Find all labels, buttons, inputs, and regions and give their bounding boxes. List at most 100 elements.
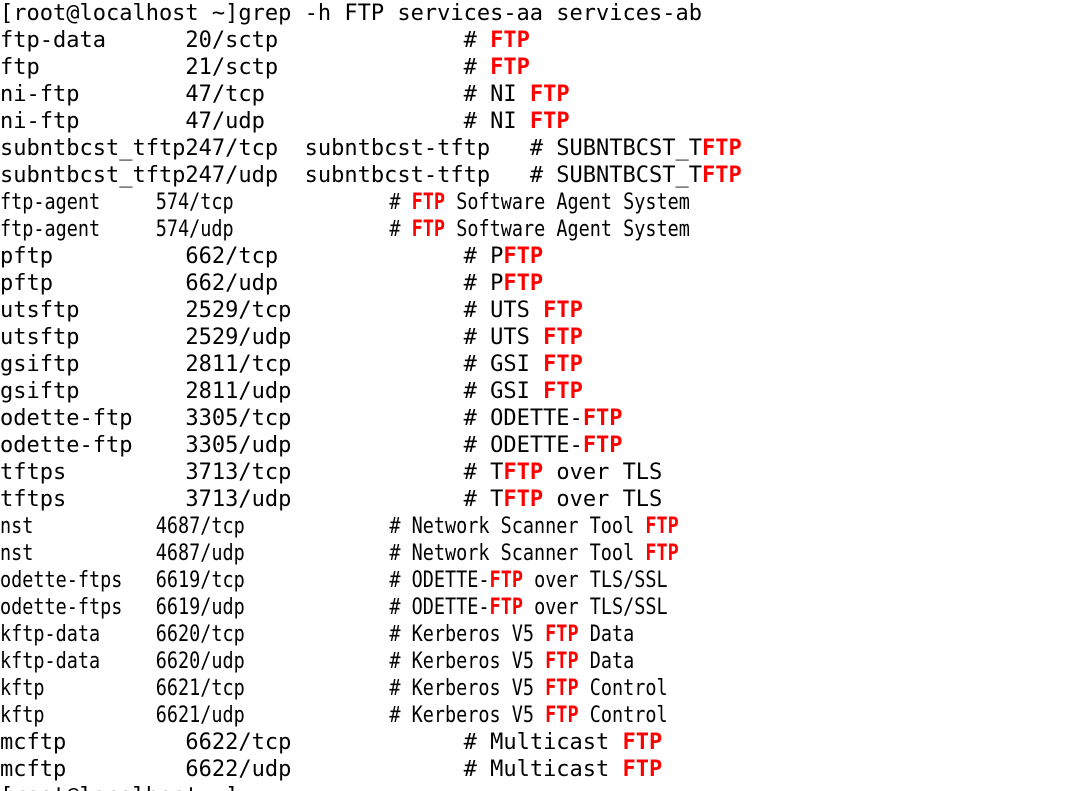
row-prefix: odette-ftps 6619/tcp — [0, 568, 390, 593]
row-comment: # Multicast — [463, 757, 623, 782]
grep-match: FTP — [503, 460, 544, 485]
result-row: odette-ftp 3305/tcp # ODETTE-FTP — [0, 405, 1085, 432]
grep-match: FTP — [622, 730, 663, 755]
result-row: utsftp 2529/tcp # UTS FTP — [0, 297, 1085, 324]
row-comment: # UTS — [463, 298, 544, 323]
result-row: nst 4687/tcp # Network Scanner Tool FTP — [0, 513, 1085, 540]
row-prefix: mcftp 6622/tcp — [0, 730, 464, 755]
row-comment: # — [389, 190, 412, 215]
row-prefix: ftp-agent 574/udp — [0, 217, 390, 242]
row-prefix: ftp-agent 574/tcp — [0, 190, 390, 215]
row-prefix: nst 4687/tcp — [0, 514, 390, 539]
row-prefix: ni-ftp 47/udp — [0, 109, 464, 134]
grep-match: FTP — [545, 676, 579, 701]
grep-match: FTP — [529, 82, 570, 107]
trailing-prompt-text: [root@localhost ~] — [0, 784, 238, 791]
row-comment: # Network Scanner Tool — [389, 514, 646, 539]
row-prefix: kftp-data 6620/tcp — [0, 622, 390, 647]
grep-match: FTP — [543, 379, 583, 404]
row-comment: over TLS — [543, 487, 663, 512]
grep-match: FTP — [545, 622, 579, 647]
grep-match: FTP — [543, 325, 583, 350]
row-prefix: tftps 3713/udp — [0, 487, 464, 512]
row-comment: Software Agent System — [445, 217, 690, 242]
grep-match: FTP — [645, 541, 679, 566]
result-row: subntbcst_tftp247/tcp subntbcst-tftp # S… — [0, 135, 1085, 162]
row-comment: Data — [578, 649, 635, 674]
row-comment: # SUBNTBCST_T — [529, 163, 702, 188]
row-prefix: odette-ftp 3305/udp — [0, 433, 464, 458]
row-comment: Software Agent System — [445, 190, 690, 215]
result-row: odette-ftps 6619/udp # ODETTE-FTP over T… — [0, 594, 1085, 621]
row-prefix: ftp-data 20/sctp — [0, 28, 464, 53]
row-comment: # GSI — [463, 379, 544, 404]
row-comment: # Network Scanner Tool — [389, 541, 646, 566]
row-prefix: ftp 21/sctp — [0, 55, 464, 80]
result-row: nst 4687/udp # Network Scanner Tool FTP — [0, 540, 1085, 567]
row-comment: over TLS/SSL — [522, 568, 668, 593]
row-comment: Data — [578, 622, 635, 647]
row-comment: # — [463, 55, 491, 80]
row-comment: # NI — [463, 109, 530, 134]
row-comment: Control — [578, 703, 668, 728]
grep-match: FTP — [503, 244, 544, 269]
row-prefix: odette-ftp 3305/tcp — [0, 406, 464, 431]
result-row: pftp 662/udp # PFTP — [0, 270, 1085, 297]
grep-match: FTP — [543, 352, 583, 377]
row-comment: # Multicast — [463, 730, 623, 755]
row-comment: # — [463, 28, 491, 53]
result-row: ni-ftp 47/tcp # NI FTP — [0, 81, 1085, 108]
result-row: odette-ftps 6619/tcp # ODETTE-FTP over T… — [0, 567, 1085, 594]
grep-match: FTP — [645, 514, 679, 539]
grep-match: FTP — [490, 55, 530, 80]
result-row: kftp-data 6620/udp # Kerberos V5 FTP Dat… — [0, 648, 1085, 675]
row-comment: # Kerberos V5 — [389, 676, 546, 701]
row-prefix: pftp 662/tcp — [0, 244, 464, 269]
result-row: mcftp 6622/udp # Multicast FTP — [0, 756, 1085, 783]
result-row: tftps 3713/tcp # TFTP over TLS — [0, 459, 1085, 486]
row-prefix: kftp-data 6620/udp — [0, 649, 390, 674]
result-row: mcftp 6622/tcp # Multicast FTP — [0, 729, 1085, 756]
result-row: gsiftp 2811/udp # GSI FTP — [0, 378, 1085, 405]
result-row: ftp 21/sctp # FTP — [0, 54, 1085, 81]
row-prefix: gsiftp 2811/udp — [0, 379, 464, 404]
row-comment: # Kerberos V5 — [389, 649, 546, 674]
result-row: gsiftp 2811/tcp # GSI FTP — [0, 351, 1085, 378]
result-row: kftp-data 6620/tcp # Kerberos V5 FTP Dat… — [0, 621, 1085, 648]
row-comment: Control — [578, 676, 668, 701]
row-comment: # T — [463, 487, 504, 512]
grep-match: FTP — [411, 217, 446, 242]
row-comment: # UTS — [463, 325, 544, 350]
result-row: ni-ftp 47/udp # NI FTP — [0, 108, 1085, 135]
row-comment: # ODETTE- — [463, 406, 583, 431]
result-row: utsftp 2529/udp # UTS FTP — [0, 324, 1085, 351]
grep-match: FTP — [529, 109, 570, 134]
grep-match: FTP — [582, 406, 623, 431]
result-row: kftp 6621/udp # Kerberos V5 FTP Control — [0, 702, 1085, 729]
grep-match: FTP — [622, 757, 663, 782]
row-comment: over TLS — [543, 460, 663, 485]
row-comment: # GSI — [463, 352, 544, 377]
row-comment: # NI — [463, 82, 530, 107]
command-line-text: [root@localhost ~]grep -h FTP services-a… — [0, 1, 702, 26]
row-prefix: ni-ftp 47/tcp — [0, 82, 464, 107]
terminal-screen[interactable]: [root@localhost ~]grep -h FTP services-a… — [0, 0, 1085, 791]
grep-match: FTP — [545, 703, 579, 728]
row-comment: # ODETTE- — [389, 595, 490, 620]
command-prompt-line: [root@localhost ~]grep -h FTP services-a… — [0, 0, 1085, 27]
row-prefix: subntbcst_tftp247/udp subntbcst-tftp — [0, 163, 530, 188]
row-prefix: pftp 662/udp — [0, 271, 464, 296]
row-prefix: mcftp 6622/udp — [0, 757, 464, 782]
grep-match: FTP — [503, 487, 544, 512]
result-row: pftp 662/tcp # PFTP — [0, 243, 1085, 270]
grep-match: FTP — [489, 568, 523, 593]
grep-match: FTP — [489, 595, 523, 620]
row-comment: over TLS/SSL — [522, 595, 668, 620]
row-prefix: odette-ftps 6619/udp — [0, 595, 390, 620]
row-comment: # P — [463, 244, 504, 269]
row-prefix: tftps 3713/tcp — [0, 460, 464, 485]
row-comment: # SUBNTBCST_T — [529, 136, 702, 161]
row-comment: # ODETTE- — [463, 433, 583, 458]
row-prefix: kftp 6621/tcp — [0, 676, 390, 701]
terminal-output: [root@localhost ~]grep -h FTP services-a… — [0, 0, 1085, 791]
